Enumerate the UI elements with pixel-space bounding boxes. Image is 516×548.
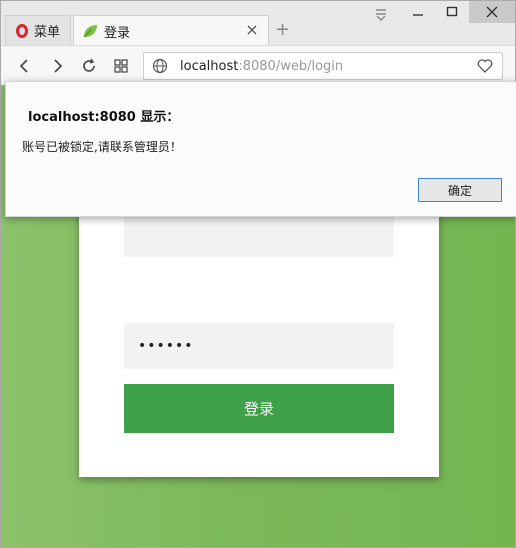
new-tab-icon[interactable]: + [275, 21, 290, 39]
dialog-title: localhost:8080 显示： [28, 110, 180, 125]
opera-logo-icon [16, 23, 28, 38]
ok-button[interactable]: 确定 [418, 178, 502, 202]
url-path: :8080/web/login [238, 58, 344, 74]
grid-icon[interactable] [111, 56, 131, 76]
heart-icon[interactable] [476, 57, 494, 75]
address-bar: localhost:8080/web/login [1, 45, 515, 85]
forward-arrow-icon[interactable] [47, 56, 67, 76]
alert-dialog: localhost:8080 显示： 账号已被锁定,请联系管理员！ 确定 [5, 81, 516, 217]
close-window-icon[interactable] [469, 1, 515, 23]
login-button[interactable]: 登录 [124, 384, 394, 433]
browser-window: 菜单 登录 × + localhost:8080/web/login ••••… [0, 0, 516, 548]
tab-title: 登录 [104, 25, 131, 41]
leaf-icon [83, 25, 97, 38]
menu-button[interactable]: 菜单 [5, 15, 71, 45]
minimize-icon[interactable] [401, 1, 435, 23]
tab-menu-icon[interactable] [373, 7, 389, 23]
tab-login[interactable]: 登录 × [73, 15, 269, 46]
maximize-icon[interactable] [435, 1, 469, 23]
dialog-message: 账号已被锁定,请联系管理员！ [22, 140, 182, 154]
url-host: localhost [180, 58, 239, 74]
title-bar: 菜单 登录 × + [1, 1, 515, 46]
menu-label: 菜单 [34, 25, 61, 40]
back-arrow-icon[interactable] [15, 56, 35, 76]
url-input[interactable]: localhost:8080/web/login [143, 52, 503, 80]
username-field[interactable] [124, 213, 394, 257]
reload-icon[interactable] [79, 56, 99, 76]
close-tab-icon[interactable]: × [244, 22, 260, 38]
window-controls [401, 1, 515, 27]
globe-icon[interactable] [152, 58, 168, 74]
password-field[interactable]: •••••• [124, 323, 394, 369]
